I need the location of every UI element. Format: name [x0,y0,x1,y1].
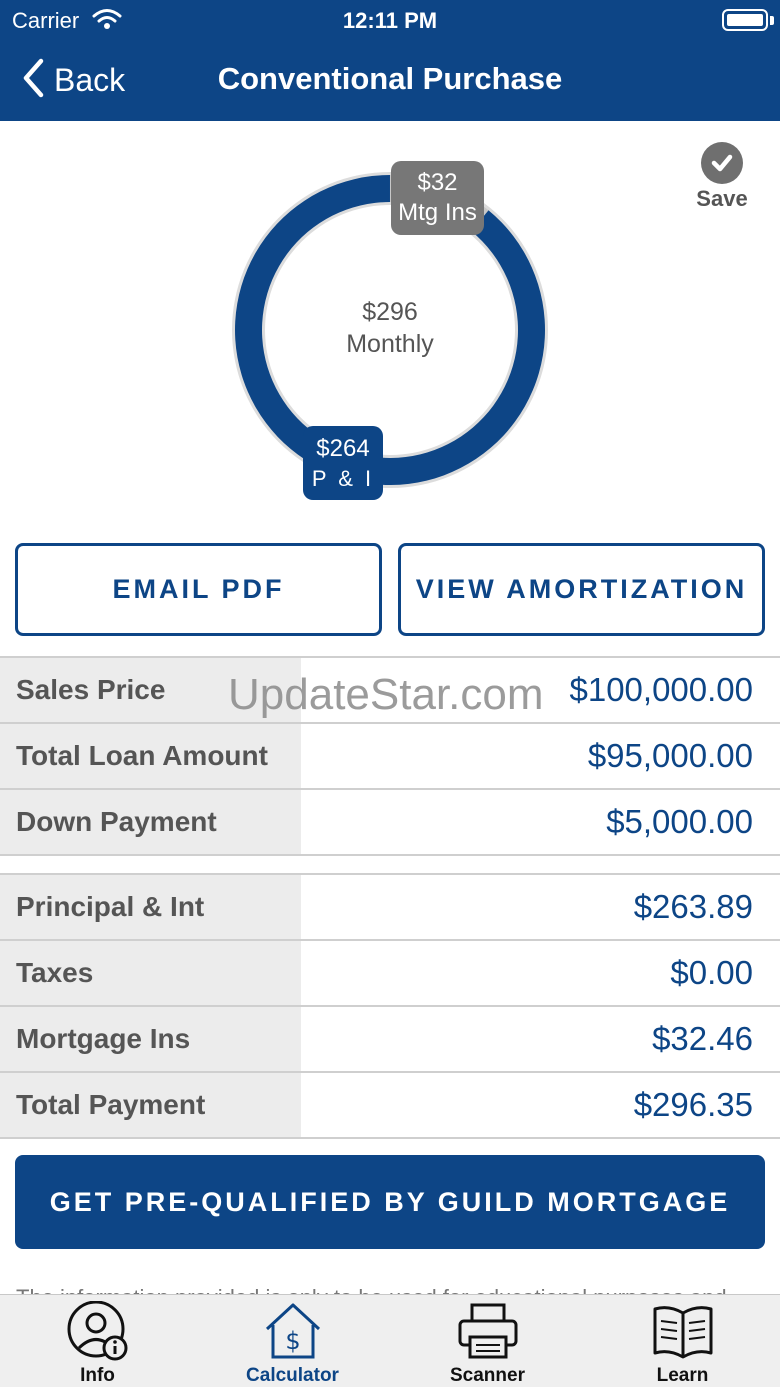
back-label: Back [54,61,126,98]
mortgage-insurance-label: Mtg Ins [398,199,477,226]
tab-scanner-label: Scanner [450,1365,525,1386]
table-row[interactable]: Total Payment $296.35 [0,1073,780,1139]
row-label: Total Loan Amount [0,724,301,788]
row-value: $296.35 [633,1086,753,1123]
tab-calculator-label: Calculator [246,1365,339,1386]
back-button[interactable]: Back [22,58,125,102]
open-book-icon [651,1301,715,1366]
row-value: $0.00 [670,954,753,991]
row-label: Sales Price [0,658,301,722]
row-value: $32.46 [652,1020,753,1057]
email-pdf-button[interactable]: EMAIL PDF [15,543,382,636]
row-label: Total Payment [0,1073,301,1137]
battery-cap [770,16,774,25]
row-value: $100,000.00 [569,671,753,708]
table-row[interactable]: Taxes $0.00 [0,941,780,1007]
row-label: Taxes [0,941,301,1005]
principal-interest-amount: $264 [316,435,370,462]
table-row[interactable]: Total Loan Amount $95,000.00 [0,724,780,790]
tab-info[interactable]: Info [0,1295,195,1387]
battery-icon [722,9,768,31]
row-value: $263.89 [633,888,753,925]
row-label: Principal & Int [0,875,301,939]
get-pre-qualified-button[interactable]: GET PRE-QUALIFIED BY GUILD MORTGAGE [15,1155,765,1249]
house-dollar-icon: $ [262,1301,324,1366]
tab-scanner[interactable]: Scanner [390,1295,585,1387]
table-row[interactable]: Down Payment $5,000.00 [0,790,780,856]
loan-summary-table: Sales Price $100,000.00 Total Loan Amoun… [0,656,780,856]
row-label: Mortgage Ins [0,1007,301,1071]
row-label: Down Payment [0,790,301,854]
tab-bar: Info $ Calculator Scanner Learn [0,1294,780,1387]
row-value: $95,000.00 [587,737,753,774]
row-value: $5,000.00 [606,803,753,840]
principal-interest-label: P & I [311,466,375,491]
save-label: Save [696,186,748,211]
mortgage-insurance-tag: $32 Mtg Ins [391,161,484,235]
view-amortization-button[interactable]: VIEW AMORTIZATION [398,543,765,636]
navigation-bar: Carrier 12:11 PM Back Conventional Purch… [0,0,780,121]
save-button[interactable]: Save [694,142,750,212]
status-time: 12:11 PM [342,8,438,33]
donut-center-label: $296 Monthly [230,296,550,360]
payment-breakdown-table: Principal & Int $263.89 Taxes $0.00 Mort… [0,873,780,1139]
mortgage-insurance-amount: $32 [417,169,458,196]
monthly-total: $296 [362,298,418,326]
tab-learn-label: Learn [656,1365,709,1386]
checkmark-icon [701,142,743,184]
status-bar: Carrier 12:11 PM [0,0,780,40]
tab-calculator[interactable]: $ Calculator [195,1295,390,1387]
tab-info-label: Info [80,1365,115,1386]
person-info-icon [67,1300,129,1366]
monthly-label: Monthly [346,330,434,358]
table-row[interactable]: Sales Price $100,000.00 [0,658,780,724]
principal-interest-tag: $264 P & I [303,426,383,500]
printer-icon [456,1301,520,1366]
table-row[interactable]: Mortgage Ins $32.46 [0,1007,780,1073]
tab-learn[interactable]: Learn [585,1295,780,1387]
svg-text:$: $ [285,1327,300,1355]
table-row[interactable]: Principal & Int $263.89 [0,875,780,941]
chevron-left-icon [22,58,44,103]
